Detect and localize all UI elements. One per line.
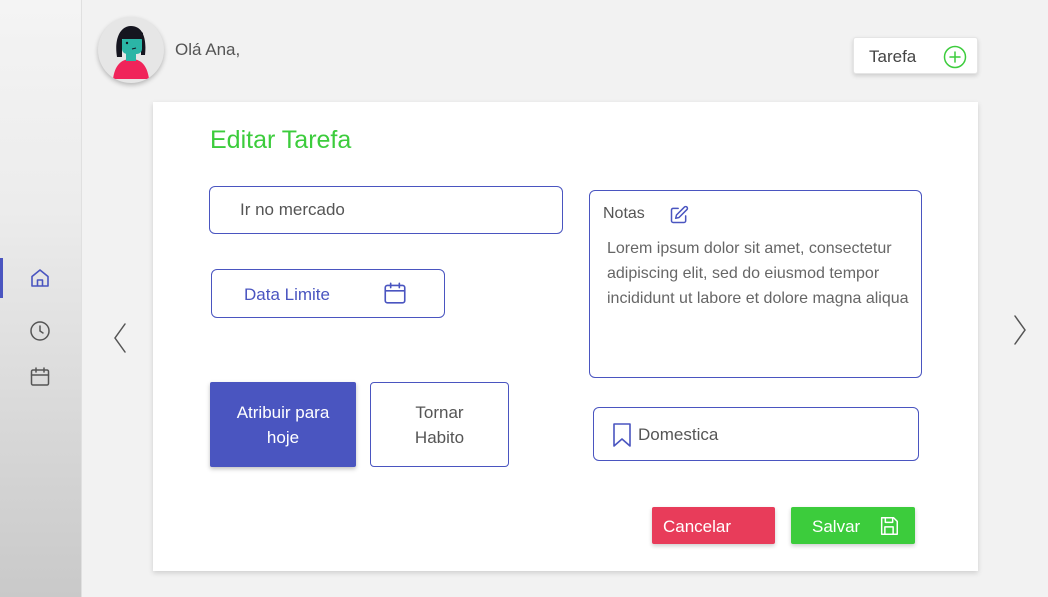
edit-icon[interactable] — [669, 205, 689, 225]
make-habit-button[interactable]: Tornar Habito — [370, 382, 509, 467]
save-label: Salvar — [812, 517, 861, 536]
calendar-icon — [384, 282, 406, 304]
deadline-label: Data Limite — [244, 285, 330, 304]
avatar[interactable] — [98, 17, 164, 83]
active-nav-indicator — [0, 258, 3, 298]
home-icon[interactable] — [28, 266, 52, 290]
category-field[interactable]: Domestica — [593, 407, 919, 461]
page-title: Editar Tarefa — [210, 126, 352, 154]
previous-arrow-icon[interactable] — [112, 322, 128, 354]
notes-field[interactable]: Notas Lorem ipsum dolor sit amet, consec… — [589, 190, 922, 378]
floppy-disk-icon — [880, 517, 898, 535]
greeting-text: Olá Ana, — [175, 40, 241, 59]
add-circle-icon — [943, 45, 967, 69]
deadline-button[interactable]: Data Limite — [211, 269, 445, 318]
bookmark-icon — [613, 423, 631, 447]
sidebar — [0, 0, 82, 597]
save-button[interactable]: Salvar — [791, 507, 915, 544]
notes-text: Lorem ipsum dolor sit amet, consectetur … — [607, 240, 909, 307]
next-arrow-icon[interactable] — [1012, 314, 1028, 346]
notes-label: Notas — [603, 205, 645, 222]
category-label: Domestica — [638, 425, 719, 444]
cancel-button[interactable]: Cancelar — [652, 507, 775, 544]
task-name-field[interactable] — [209, 186, 563, 234]
cancel-label: Cancelar — [663, 517, 732, 536]
calendar-icon[interactable] — [28, 365, 52, 389]
new-task-button[interactable]: Tarefa — [853, 37, 978, 74]
assign-today-button[interactable]: Atribuir para hoje — [210, 382, 356, 467]
user-avatar-icon — [113, 26, 149, 79]
edit-task-card: Editar Tarefa Data Limite Notas Lorem ip… — [153, 102, 978, 571]
task-name-input[interactable] — [240, 200, 540, 220]
new-task-label: Tarefa — [869, 47, 917, 66]
clock-icon[interactable] — [28, 319, 52, 343]
